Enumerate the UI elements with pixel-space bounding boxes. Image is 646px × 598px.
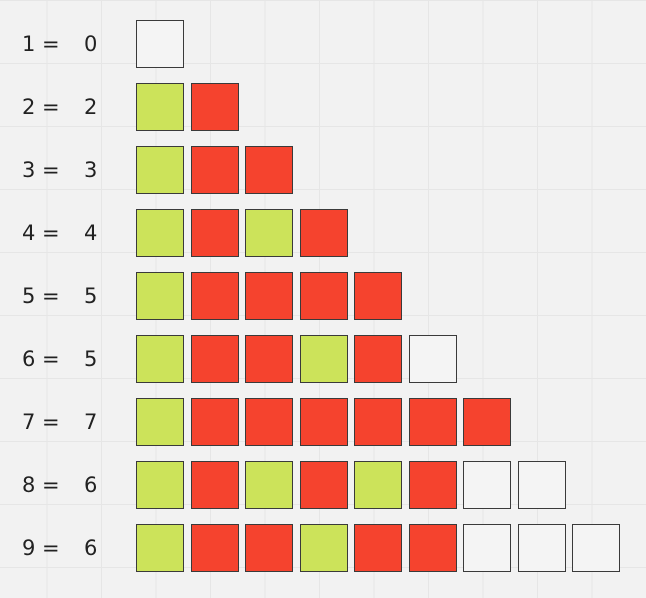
green-square bbox=[245, 461, 293, 509]
red-square bbox=[354, 398, 402, 446]
red-square bbox=[190, 272, 239, 320]
empty-square bbox=[463, 461, 511, 509]
row-label: 8 = bbox=[22, 473, 60, 497]
red-square bbox=[354, 524, 402, 572]
red-square bbox=[245, 335, 293, 383]
empty-square bbox=[572, 524, 620, 572]
square-grid-board: 1 = 0 2 = 2 3 = 3 4 = 4 5 = 5 6 = 5 7 = 7 8 = 6 9 = 6 bbox=[0, 0, 646, 598]
sequence-row: 1 = 0 bbox=[0, 20, 646, 68]
row-value: 3 bbox=[84, 158, 98, 182]
green-square bbox=[245, 209, 293, 257]
sequence-row: 6 = 5 bbox=[0, 335, 646, 383]
row-label: 5 = bbox=[22, 284, 60, 308]
red-square bbox=[190, 524, 239, 572]
empty-square bbox=[517, 461, 566, 509]
row-value: 6 bbox=[84, 536, 98, 560]
green-square bbox=[299, 335, 348, 383]
green-square bbox=[354, 461, 402, 509]
red-square bbox=[190, 83, 239, 131]
row-value: 5 bbox=[84, 284, 98, 308]
empty-square bbox=[408, 335, 457, 383]
green-square bbox=[136, 209, 184, 257]
sequence-row: 4 = 4 bbox=[0, 209, 646, 257]
red-square bbox=[190, 335, 239, 383]
row-label: 2 = bbox=[22, 95, 60, 119]
green-square bbox=[136, 335, 184, 383]
row-label: 9 = bbox=[22, 536, 60, 560]
green-square bbox=[136, 461, 184, 509]
red-square bbox=[190, 146, 239, 194]
empty-square bbox=[463, 524, 511, 572]
row-label: 7 = bbox=[22, 410, 60, 434]
row-label: 1 = bbox=[22, 32, 60, 56]
row-value: 5 bbox=[84, 347, 98, 371]
green-square bbox=[136, 146, 184, 194]
row-label: 6 = bbox=[22, 347, 60, 371]
empty-square bbox=[517, 524, 566, 572]
sequence-row: 5 = 5 bbox=[0, 272, 646, 320]
green-square bbox=[299, 524, 348, 572]
sequence-row: 9 = 6 bbox=[0, 524, 646, 572]
green-square bbox=[136, 83, 184, 131]
red-square bbox=[190, 209, 239, 257]
red-square bbox=[190, 461, 239, 509]
red-square bbox=[190, 398, 239, 446]
red-square bbox=[463, 398, 511, 446]
row-value: 7 bbox=[84, 410, 98, 434]
red-square bbox=[354, 335, 402, 383]
sequence-row: 3 = 3 bbox=[0, 146, 646, 194]
empty-square bbox=[136, 20, 184, 68]
red-square bbox=[299, 272, 348, 320]
red-square bbox=[299, 461, 348, 509]
red-square bbox=[245, 146, 293, 194]
sequence-row: 8 = 6 bbox=[0, 461, 646, 509]
red-square bbox=[408, 524, 457, 572]
row-label: 3 = bbox=[22, 158, 60, 182]
green-square bbox=[136, 398, 184, 446]
red-square bbox=[245, 524, 293, 572]
row-value: 6 bbox=[84, 473, 98, 497]
red-square bbox=[245, 272, 293, 320]
row-value: 2 bbox=[84, 95, 98, 119]
sequence-row: 7 = 7 bbox=[0, 398, 646, 446]
red-square bbox=[408, 398, 457, 446]
row-value: 4 bbox=[84, 221, 98, 245]
row-label: 4 = bbox=[22, 221, 60, 245]
red-square bbox=[354, 272, 402, 320]
green-square bbox=[136, 524, 184, 572]
red-square bbox=[299, 398, 348, 446]
red-square bbox=[245, 398, 293, 446]
sequence-row: 2 = 2 bbox=[0, 83, 646, 131]
red-square bbox=[408, 461, 457, 509]
row-value: 0 bbox=[84, 32, 98, 56]
green-square bbox=[136, 272, 184, 320]
red-square bbox=[299, 209, 348, 257]
